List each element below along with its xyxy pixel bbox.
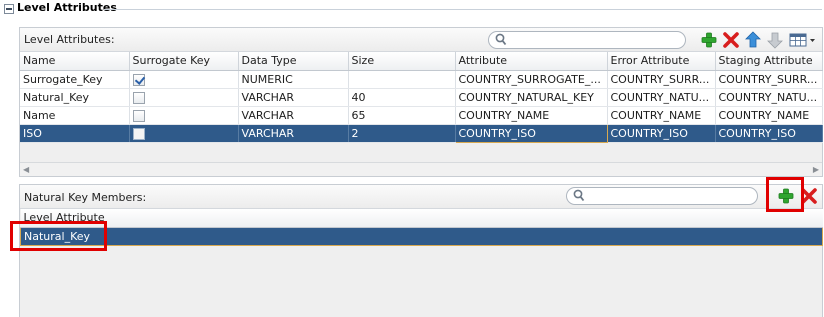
cell-staging-attribute[interactable]: COUNTRY_SURR... [715, 70, 823, 89]
column-header-staging-attribute[interactable]: Staging Attribute [715, 52, 823, 71]
cell-name[interactable]: Surrogate_Key [20, 70, 130, 89]
column-header-name[interactable]: Name [20, 52, 130, 71]
cell-staging-attribute[interactable]: COUNTRY_ISO [715, 124, 823, 143]
cell-attribute[interactable]: COUNTRY_NAME [455, 106, 608, 125]
table-row[interactable]: Natural_Key VARCHAR 40 COUNTRY_NATURAL_K… [20, 88, 823, 107]
cell-data-type[interactable]: NUMERIC [238, 70, 349, 89]
cell-error-attribute[interactable]: COUNTRY_NAME [607, 106, 716, 125]
natural-key-members-label: Natural Key Members: [24, 191, 147, 204]
table-empty-area [20, 147, 822, 163]
table-header-row: Level Attribute [20, 209, 823, 228]
level-attributes-search-input[interactable] [511, 33, 679, 47]
search-icon [573, 189, 585, 202]
delete-icon[interactable] [722, 31, 740, 49]
cell-size[interactable]: 40 [348, 88, 456, 107]
table-row[interactable]: Name VARCHAR 65 COUNTRY_NAME COUNTRY_NAM… [20, 106, 823, 125]
add-icon[interactable] [700, 31, 718, 49]
columns-menu-icon[interactable] [788, 31, 818, 49]
cell-size[interactable]: 65 [348, 106, 456, 125]
level-attributes-panel: Level Attributes: Name Surrogate Key Dat… [19, 27, 823, 177]
cell-error-attribute[interactable]: COUNTRY_SURR... [607, 70, 716, 89]
table-row-selected[interactable]: Natural_Key [20, 226, 823, 246]
level-attributes-label: Level Attributes: [24, 33, 115, 46]
collapse-toggle[interactable] [4, 4, 14, 14]
surrogate-key-checkbox[interactable] [132, 91, 145, 104]
cell-surrogate-key[interactable] [129, 88, 239, 107]
horizontal-scrollbar[interactable]: ◀ ▶ [20, 162, 822, 176]
natural-key-members-table: Level Attribute Natural_Key [20, 209, 823, 246]
section-divider [104, 9, 822, 10]
cell-surrogate-key[interactable] [129, 124, 239, 143]
annotation-highlight-add [766, 177, 804, 212]
cell-name[interactable]: ISO [20, 124, 130, 143]
column-header-size[interactable]: Size [348, 52, 456, 71]
column-header-level-attribute[interactable]: Level Attribute [20, 209, 823, 228]
cell-surrogate-key[interactable] [129, 70, 239, 89]
table-header-row: Name Surrogate Key Data Type Size Attrib… [20, 52, 823, 71]
move-up-icon[interactable] [744, 31, 762, 49]
cell-size[interactable]: 2 [348, 124, 456, 143]
cell-attribute[interactable]: COUNTRY_SURROGATE_... [455, 70, 608, 89]
surrogate-key-checkbox[interactable] [132, 127, 145, 140]
column-header-attribute[interactable]: Attribute [455, 52, 608, 71]
surrogate-key-checkbox[interactable] [132, 73, 145, 86]
column-header-error-attribute[interactable]: Error Attribute [607, 52, 716, 71]
column-header-data-type[interactable]: Data Type [238, 52, 349, 71]
level-attributes-search[interactable] [488, 31, 686, 49]
level-attributes-table: Name Surrogate Key Data Type Size Attrib… [20, 52, 823, 143]
natural-key-search-input[interactable] [589, 189, 751, 203]
cell-attribute[interactable]: COUNTRY_NATURAL_KEY [455, 88, 608, 107]
cell-data-type[interactable]: VARCHAR [238, 88, 349, 107]
natural-key-toolbar: Natural Key Members: [20, 185, 822, 209]
column-header-surrogate-key[interactable]: Surrogate Key [129, 52, 239, 71]
annotation-highlight-natural-key [10, 221, 107, 251]
cell-attribute-active[interactable]: COUNTRY_ISO [454, 123, 608, 143]
surrogate-key-checkbox[interactable] [132, 109, 145, 122]
cell-data-type[interactable]: VARCHAR [238, 106, 349, 125]
scroll-left-icon[interactable]: ◀ [23, 165, 29, 174]
natural-key-members-panel: Natural Key Members: Level Attribute Nat… [19, 184, 823, 317]
section-header: Level Attributes [0, 0, 824, 18]
cell-name[interactable]: Natural_Key [20, 88, 130, 107]
search-icon [495, 33, 507, 46]
table-row-selected[interactable]: ISO VARCHAR 2 COUNTRY_ISO COUNTRY_ISO CO… [20, 123, 823, 143]
scroll-right-icon[interactable]: ▶ [813, 165, 819, 174]
cell-name[interactable]: Name [20, 106, 130, 125]
table-row[interactable]: Surrogate_Key NUMERIC COUNTRY_SURROGATE_… [20, 70, 823, 89]
natural-key-search[interactable] [566, 187, 758, 205]
move-down-icon[interactable] [766, 31, 784, 49]
cell-data-type[interactable]: VARCHAR [238, 124, 349, 143]
cell-surrogate-key[interactable] [129, 106, 239, 125]
cell-error-attribute[interactable]: COUNTRY_NATU... [607, 88, 716, 107]
cell-error-attribute[interactable]: COUNTRY_ISO [607, 124, 716, 143]
cell-level-attribute[interactable]: Natural_Key [20, 226, 823, 246]
level-attributes-toolbar: Level Attributes: [20, 28, 822, 52]
cell-staging-attribute[interactable]: COUNTRY_NAME [715, 106, 823, 125]
cell-staging-attribute[interactable]: COUNTRY_NATU... [715, 88, 823, 107]
section-title: Level Attributes [17, 1, 117, 14]
cell-size[interactable] [348, 70, 456, 89]
